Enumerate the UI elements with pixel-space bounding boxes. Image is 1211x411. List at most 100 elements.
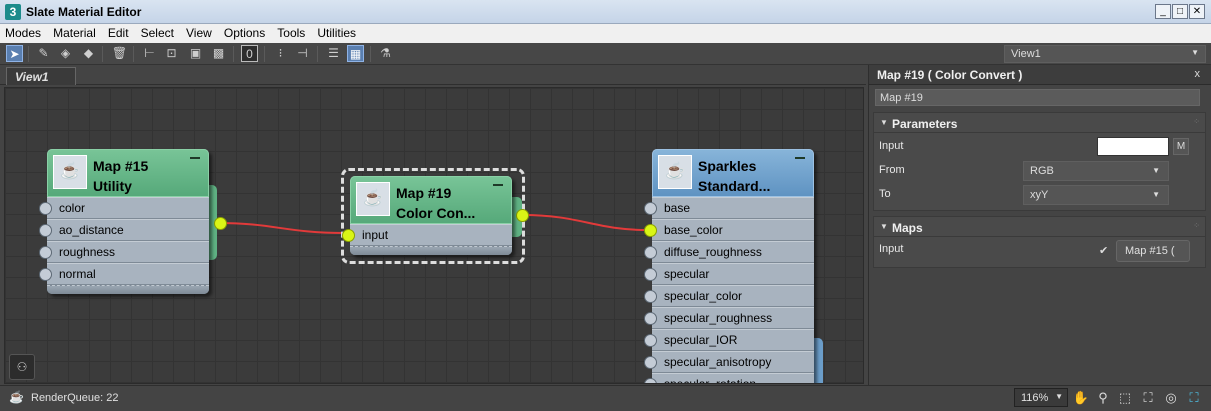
maximize-view-icon[interactable]: ⛶: [1185, 389, 1203, 407]
material-map-browser-icon[interactable]: ☰: [325, 45, 342, 62]
slot-base-color[interactable]: base_color: [644, 219, 814, 241]
eyedropper-icon[interactable]: ✎: [35, 45, 52, 62]
slot-diffuse-roughness[interactable]: diffuse_roughness: [644, 241, 814, 263]
select-tool-icon[interactable]: ➤: [6, 45, 23, 62]
close-button[interactable]: ✕: [1189, 4, 1205, 19]
slot-label: specular_rotation: [664, 377, 757, 384]
slot-normal[interactable]: normal: [39, 263, 209, 285]
input-socket[interactable]: [644, 224, 657, 237]
render-queue-status: RenderQueue: 22: [31, 392, 119, 404]
layout-all-icon[interactable]: ⁝: [272, 45, 289, 62]
from-label: From: [879, 164, 905, 176]
view-tab-bar: View1: [0, 65, 866, 85]
input-socket[interactable]: [342, 229, 355, 242]
parameter-editor-panel: Map #19 ( Color Convert ) x Map #19 ▼ Pa…: [868, 65, 1211, 385]
input-socket[interactable]: [39, 268, 52, 281]
node-title: Map #15 Utility: [93, 156, 148, 196]
maximize-button[interactable]: □: [1172, 4, 1188, 19]
node-map19[interactable]: ☕ Map #19 Color Con... input: [342, 176, 512, 255]
show-background-icon[interactable]: 0: [241, 45, 258, 62]
move-children-icon[interactable]: ⊢: [141, 45, 158, 62]
menu-view[interactable]: View: [181, 24, 216, 40]
close-icon[interactable]: x: [1195, 68, 1201, 80]
zoom-extents-icon[interactable]: ⛶: [1139, 389, 1157, 407]
minimize-button[interactable]: _: [1155, 4, 1171, 19]
delete-icon[interactable]: 🗑: [111, 45, 128, 62]
input-socket[interactable]: [39, 246, 52, 259]
zoom-magnifier-icon[interactable]: ⚲: [1094, 389, 1112, 407]
node-map15[interactable]: ☕ Map #15 Utility color ao_distance roug…: [39, 149, 209, 294]
put-material-icon[interactable]: ◈: [57, 45, 74, 62]
map-enabled-checkbox[interactable]: ✔: [1099, 244, 1108, 257]
toolbar-separator: [370, 46, 371, 62]
maps-rollout: ▼ Maps ⁘ Input ✔ Map #15 (: [873, 216, 1206, 268]
tab-view1[interactable]: View1: [6, 67, 76, 85]
input-color-swatch[interactable]: [1097, 137, 1169, 156]
zoom-region-icon[interactable]: ⬚: [1116, 389, 1134, 407]
minimize-node-icon[interactable]: [493, 184, 503, 186]
minimize-node-icon[interactable]: [795, 157, 805, 159]
menu-material[interactable]: Material: [48, 24, 100, 40]
menu-tools[interactable]: Tools: [272, 24, 309, 40]
zoom-dropdown[interactable]: 116% ▼: [1014, 388, 1068, 407]
slot-base[interactable]: base: [644, 197, 814, 219]
slot-specular-color[interactable]: specular_color: [644, 285, 814, 307]
view-select-dropdown[interactable]: View1 ▼: [1004, 45, 1206, 63]
node-canvas[interactable]: ☕ Map #15 Utility color ao_distance roug…: [4, 87, 864, 384]
input-map-button[interactable]: Map #15 (: [1116, 240, 1190, 262]
assign-material-icon[interactable]: ◆: [80, 45, 97, 62]
input-socket[interactable]: [644, 312, 657, 325]
pan-hand-icon[interactable]: ✋: [1072, 389, 1090, 407]
chevron-down-icon: ▼: [1152, 166, 1160, 175]
slot-roughness[interactable]: roughness: [39, 241, 209, 263]
slot-specular[interactable]: specular: [644, 263, 814, 285]
node-sparkles[interactable]: ☕ Sparkles Standard... base base_color d…: [644, 149, 814, 384]
map-button[interactable]: M: [1173, 138, 1189, 155]
map-name-field[interactable]: Map #19: [875, 89, 1200, 106]
grip-icon: ⁘: [1193, 221, 1200, 230]
select-by-material-icon[interactable]: ⚗: [377, 45, 394, 62]
slot-color[interactable]: color: [39, 197, 209, 219]
slot-specular-anisotropy[interactable]: specular_anisotropy: [644, 351, 814, 373]
slot-label: base: [664, 201, 691, 215]
minimize-node-icon[interactable]: [190, 157, 200, 159]
slot-specular-roughness[interactable]: specular_roughness: [644, 307, 814, 329]
input-socket[interactable]: [644, 334, 657, 347]
output-tab: [813, 338, 823, 383]
maps-rollout-header[interactable]: ▼ Maps ⁘: [874, 217, 1205, 237]
slot-label: specular_IOR: [664, 333, 738, 347]
menu-edit[interactable]: Edit: [103, 24, 133, 40]
input-socket[interactable]: [644, 246, 657, 259]
input-socket[interactable]: [644, 378, 657, 383]
layout-children-icon[interactable]: ⊣: [294, 45, 311, 62]
input-socket[interactable]: [39, 224, 52, 237]
menu-modes[interactable]: Modes: [0, 24, 45, 40]
slot-specular-rotation[interactable]: specular_rotation: [644, 373, 814, 384]
parameter-editor-icon[interactable]: ▦: [347, 45, 364, 62]
input-socket[interactable]: [644, 356, 657, 369]
background-icon[interactable]: ▣: [187, 45, 204, 62]
slot-ao-distance[interactable]: ao_distance: [39, 219, 209, 241]
input-socket[interactable]: [644, 202, 657, 215]
parameters-rollout-header[interactable]: ▼ Parameters ⁘: [874, 113, 1205, 133]
checker-icon[interactable]: ▩: [210, 45, 227, 62]
menu-select[interactable]: Select: [136, 24, 178, 40]
to-dropdown[interactable]: xyY ▼: [1023, 185, 1169, 205]
menu-options[interactable]: Options: [219, 24, 269, 40]
input-socket[interactable]: [644, 268, 657, 281]
input-socket[interactable]: [39, 202, 52, 215]
input-socket[interactable]: [644, 290, 657, 303]
menu-utilities[interactable]: Utilities: [312, 24, 360, 40]
zoom-extents-selected-icon[interactable]: ◎: [1162, 389, 1180, 407]
output-socket[interactable]: [214, 217, 227, 230]
panel-title: Map #19 ( Color Convert ): [877, 68, 1023, 82]
status-bar: ☕ RenderQueue: 22 116% ▼ ✋ ⚲ ⬚ ⛶ ◎ ⛶: [0, 385, 1211, 411]
navigator-binoculars-icon[interactable]: ⚇: [9, 354, 35, 380]
lock-icon[interactable]: ⊡: [163, 45, 180, 62]
node-title-line1: Map #19: [396, 185, 452, 201]
output-socket[interactable]: [516, 209, 529, 222]
slot-label: ao_distance: [59, 223, 124, 237]
from-dropdown[interactable]: RGB ▼: [1023, 161, 1169, 181]
slot-specular-ior[interactable]: specular_IOR: [644, 329, 814, 351]
slot-input[interactable]: input: [342, 224, 512, 246]
